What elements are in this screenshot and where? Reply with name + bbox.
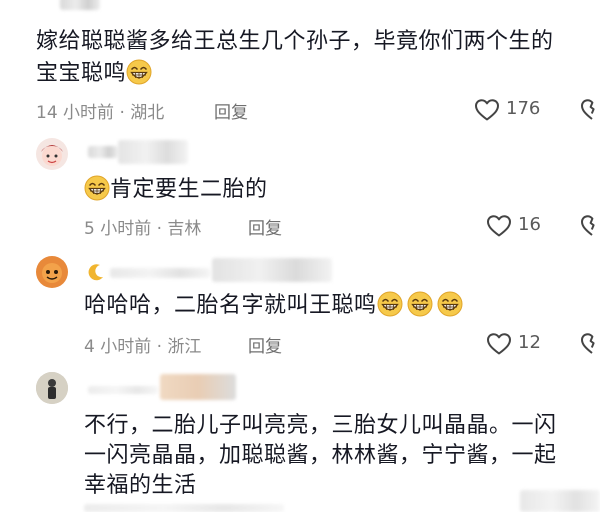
grinning-emoji-icon [84, 175, 110, 201]
reply-2-text-label: 哈哈哈，二胎名字就叫王聪鸣 [84, 293, 377, 318]
grinning-emoji-icon [126, 59, 152, 85]
meta-blurred [84, 504, 284, 512]
username-blurred-2b [118, 140, 188, 164]
avatar[interactable] [36, 138, 68, 170]
bottom-blurred [520, 490, 600, 512]
avatar-illustration [36, 372, 68, 404]
reply-1-like-count: 16 [518, 214, 541, 235]
reply-2-reply-button[interactable]: 回复 [248, 332, 282, 357]
heart-outline-icon[interactable] [486, 332, 512, 356]
reply-2-like-count: 12 [518, 332, 541, 353]
username-blurred-4 [88, 386, 158, 394]
heart-outline-icon[interactable] [474, 98, 500, 122]
username-blurred-2 [88, 146, 118, 158]
reply-1-reply-button[interactable]: 回复 [248, 214, 282, 239]
reply-1-time-location: 5 小时前 · 吉林 [84, 219, 202, 239]
comment-1-reply-button[interactable]: 回复 [214, 98, 248, 123]
avatar[interactable] [36, 372, 68, 404]
username-blurred-3b [212, 258, 332, 282]
reply-1-text-label: 肯定要生二胎的 [110, 177, 268, 202]
avatar-illustration [42, 263, 62, 283]
username-blurred-4b [160, 374, 236, 400]
reply-3-text-line3: 幸福的生活 [84, 473, 197, 498]
comment-1-like-count: 176 [506, 98, 541, 119]
moon-icon [88, 264, 103, 281]
broken-heart-icon[interactable] [580, 332, 600, 356]
avatar[interactable] [36, 256, 68, 288]
reply-2-text: 哈哈哈，二胎名字就叫王聪鸣 [84, 290, 463, 322]
reply-1-text: 肯定要生二胎的 [84, 174, 268, 206]
grinning-emoji-icon [377, 291, 403, 317]
reply-3-text-line1: 不行，二胎儿子叫亮亮，三胎女儿叫晶晶。一闪 [84, 413, 557, 438]
broken-heart-icon[interactable] [580, 98, 600, 122]
comment-1-text-line2-label: 宝宝聪鸣 [36, 61, 127, 86]
avatar-illustration [41, 145, 63, 166]
comment-1-time-location: 14 小时前 · 湖北 [36, 103, 165, 123]
reply-3-text-line2: 一闪亮晶晶，加聪聪酱，林林酱，宁宁酱，一起 [84, 443, 557, 468]
username-blurred-3 [110, 268, 210, 278]
comment-1-text-line1: 嫁给聪聪酱多给王总生几个孙子，毕竟你们两个生的 [36, 29, 554, 54]
comment-1-text-line2: 宝宝聪鸣 [36, 58, 152, 90]
grinning-emoji-icon [407, 291, 433, 317]
broken-heart-icon[interactable] [580, 214, 600, 238]
grinning-emoji-icon [437, 291, 463, 317]
heart-outline-icon[interactable] [486, 214, 512, 238]
reply-2-time-location: 4 小时前 · 浙江 [84, 337, 202, 357]
username-blurred-1 [60, 0, 100, 10]
